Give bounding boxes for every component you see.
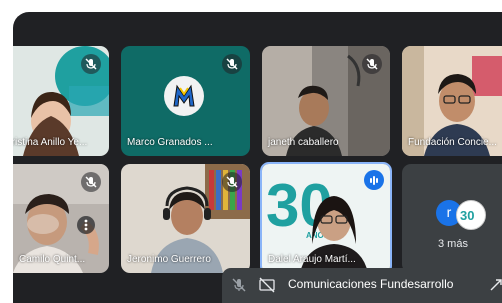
mic-off-icon [222, 172, 242, 192]
mic-off-icon [362, 54, 382, 74]
participant-tile-1[interactable]: Kristina Anillo Ye... [13, 46, 109, 156]
expand-icon[interactable] [488, 277, 502, 293]
participant-tile-4[interactable]: Fundación Concie... [402, 46, 502, 156]
avatar [164, 76, 204, 116]
participant-tile-7[interactable]: 30 AÑOS Dalel Araujo Martí... [260, 162, 392, 275]
mic-off-icon [222, 54, 242, 74]
presentation-bar: Comunicaciones Fundesarrollo [222, 268, 502, 303]
speaking-indicator-icon [364, 170, 384, 190]
more-options-icon[interactable] [77, 216, 95, 234]
present-off-icon[interactable] [258, 276, 276, 294]
video-grid: Kristina Anillo Ye... Marco Granados ... [13, 12, 502, 303]
more-participants-tile[interactable]: r 30 3 más [402, 164, 502, 273]
participant-tile-3[interactable]: janeth caballero [262, 46, 390, 156]
svg-text:30: 30 [460, 208, 474, 223]
participant-tile-6[interactable]: Jeronimo Guerrero [121, 164, 250, 273]
participant-name: Camilo Quint... [19, 254, 86, 265]
mic-off-icon [81, 172, 101, 192]
participant-tile-2[interactable]: Marco Granados ... [121, 46, 250, 156]
participant-name: janeth caballero [268, 137, 339, 148]
presenter-label: Comunicaciones Fundesarrollo [288, 277, 454, 291]
participant-name: Dalel Araujo Martí... [268, 254, 356, 265]
participant-name: Fundación Concie... [408, 137, 497, 148]
more-count-label: 3 más [438, 238, 468, 250]
participant-name: Jeronimo Guerrero [127, 254, 211, 265]
mic-off-icon [81, 54, 101, 74]
participant-name: Marco Granados ... [127, 137, 213, 148]
avatar: 30 [456, 200, 486, 230]
participant-name: Kristina Anillo Ye... [13, 137, 88, 148]
mic-off-icon[interactable] [230, 276, 248, 294]
participant-tile-5[interactable]: Camilo Quint... [13, 164, 109, 273]
